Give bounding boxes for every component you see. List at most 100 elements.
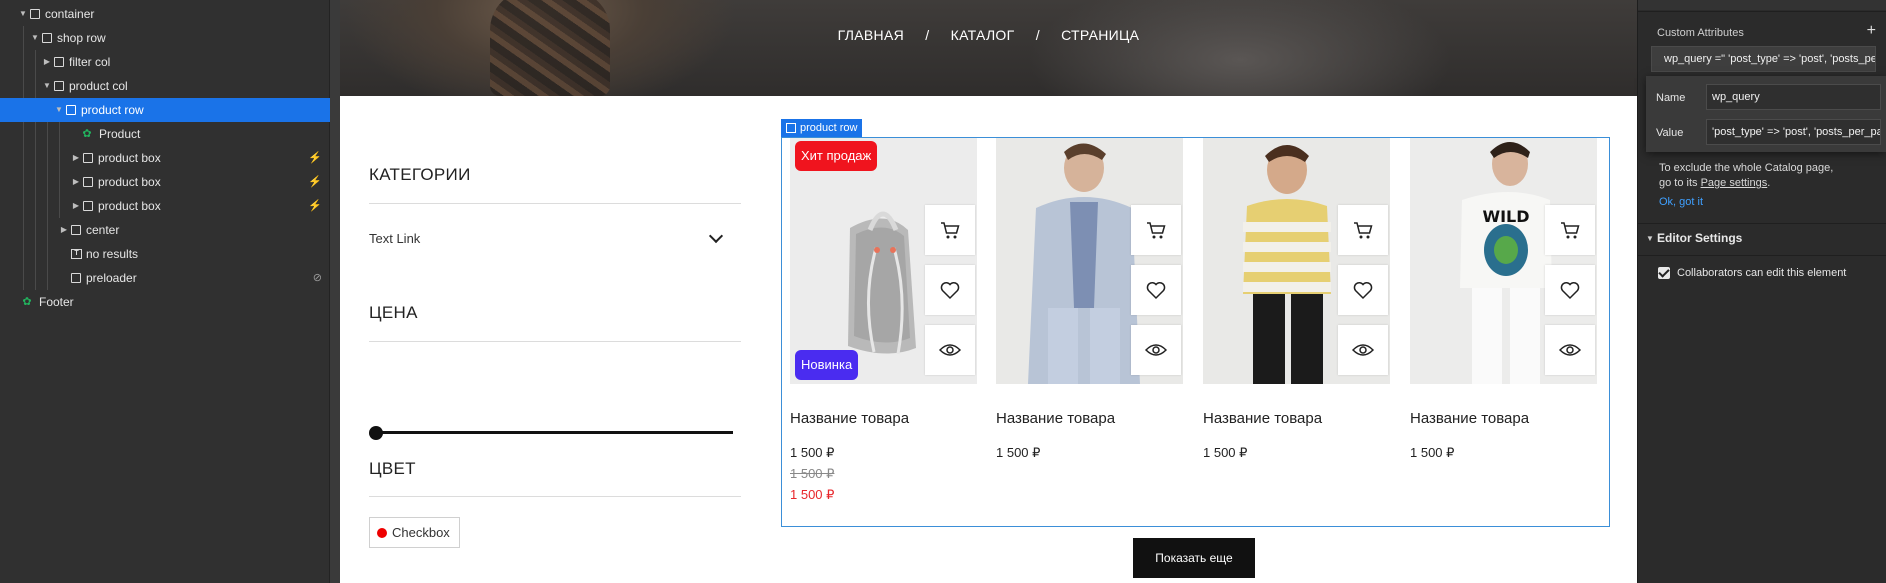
add-to-cart-button[interactable] — [925, 205, 975, 255]
heart-icon — [940, 282, 960, 300]
nav-item-preloader[interactable]: preloader ⊘ — [0, 266, 330, 290]
tree-guide — [23, 218, 24, 242]
breadcrumb-catalog[interactable]: КАТАЛОГ — [951, 27, 1015, 43]
element-box-icon — [54, 57, 64, 67]
nav-item-no-results[interactable]: T no results — [0, 242, 330, 266]
caret-down-icon[interactable]: ▼ — [54, 98, 64, 122]
tree-guide — [23, 194, 24, 218]
checkbox-label: Checkbox — [392, 525, 450, 540]
nav-item-label: Footer — [39, 295, 74, 309]
product-image[interactable]: Хит продаж Новинка — [790, 138, 977, 384]
chevron-down-icon[interactable] — [708, 228, 724, 244]
nav-item-product-box-2[interactable]: ▶ product box ⚡ — [0, 170, 330, 194]
caret-right-icon[interactable]: ▶ — [71, 170, 81, 194]
element-box-icon — [71, 225, 81, 235]
nav-item-footer[interactable]: ✿ Footer — [0, 290, 330, 314]
product-image[interactable] — [996, 138, 1183, 384]
divider — [1638, 255, 1886, 256]
caret-right-icon[interactable]: ▶ — [71, 194, 81, 218]
new-badge: Новинка — [795, 350, 859, 380]
catalog-note-line: To exclude the whole Catalog page, — [1659, 162, 1834, 174]
nav-item-product-row[interactable]: ▼ product row — [0, 98, 330, 122]
nav-item-product-symbol[interactable]: ✿ Product — [0, 122, 330, 146]
caret-down-icon[interactable]: ▼ — [42, 74, 52, 98]
tree-guide — [35, 194, 36, 218]
nav-item-product-box-1[interactable]: ▶ product box ⚡ — [0, 146, 330, 170]
product-name[interactable]: Название товара — [790, 410, 909, 427]
value-label: Value — [1656, 127, 1684, 139]
product-name[interactable]: Название товара — [1203, 410, 1322, 427]
add-attribute-plus-icon[interactable]: + — [1867, 22, 1876, 40]
quick-view-button[interactable] — [1545, 325, 1595, 375]
ok-got-it-link[interactable]: Ok, got it — [1659, 196, 1703, 208]
product-name[interactable]: Название товара — [1410, 410, 1529, 427]
product-image[interactable]: WILD — [1410, 138, 1597, 384]
show-more-button[interactable]: Показать еще — [1133, 538, 1255, 578]
attribute-value-field[interactable]: 'post_type' => 'post', 'posts_per_page' … — [1706, 119, 1881, 145]
tree-guide — [59, 170, 60, 194]
caret-right-icon[interactable]: ▶ — [59, 218, 69, 242]
nav-item-product-col[interactable]: ▼ product col — [0, 74, 330, 98]
text-block-icon: T — [71, 249, 82, 259]
caret-down-icon[interactable]: ▼ — [18, 2, 28, 26]
symbol-icon: ✿ — [22, 296, 32, 308]
element-box-icon — [83, 201, 93, 211]
hidden-eye-icon[interactable]: ⊘ — [313, 266, 322, 290]
product-row-element-tag[interactable]: product row — [781, 119, 863, 137]
price-slider-handle[interactable] — [369, 426, 383, 440]
custom-attributes-label: Custom Attributes — [1657, 27, 1744, 39]
add-to-cart-button[interactable] — [1545, 205, 1595, 255]
custom-attribute-item[interactable]: wp_query =" 'post_type' => 'post', 'post… — [1651, 46, 1876, 72]
collaborators-checkbox[interactable] — [1658, 267, 1670, 279]
tree-guide — [35, 122, 36, 146]
product-image[interactable] — [1203, 138, 1390, 384]
editor-settings-heading[interactable]: Editor Settings — [1657, 231, 1742, 245]
tree-guide — [35, 170, 36, 194]
caret-down-icon[interactable]: ▼ — [1646, 234, 1654, 243]
quick-view-button[interactable] — [1338, 325, 1388, 375]
note-text: . — [1767, 177, 1771, 189]
breadcrumb-home[interactable]: ГЛАВНАЯ — [838, 27, 904, 43]
heart-icon — [1560, 282, 1580, 300]
tree-guide — [35, 218, 36, 242]
nav-item-container[interactable]: ▼ container — [0, 2, 330, 26]
tree-guide — [35, 242, 36, 266]
divider — [1638, 223, 1886, 224]
svg-text:WILD: WILD — [1482, 207, 1529, 226]
tree-guide — [47, 266, 48, 290]
tree-guide — [23, 26, 24, 50]
tree-guide — [59, 122, 60, 146]
product-price: 1 500 ₽ — [1203, 445, 1248, 460]
product-name[interactable]: Название товара — [996, 410, 1115, 427]
add-to-cart-button[interactable] — [1338, 205, 1388, 255]
tree-guide — [35, 266, 36, 290]
element-box-icon — [83, 177, 93, 187]
product-sale-price: 1 500 ₽ — [790, 487, 835, 502]
page-settings-link[interactable]: Page settings — [1701, 177, 1768, 189]
attribute-name-field[interactable]: wp_query — [1706, 84, 1881, 110]
nav-item-filter-col[interactable]: ▶ filter col — [0, 50, 330, 74]
add-to-wishlist-button[interactable] — [1131, 265, 1181, 315]
categories-dropdown-link[interactable]: Text Link — [369, 231, 420, 246]
add-to-wishlist-button[interactable] — [1338, 265, 1388, 315]
color-checkbox[interactable]: Checkbox — [369, 517, 460, 548]
quick-view-button[interactable] — [925, 325, 975, 375]
caret-right-icon[interactable]: ▶ — [71, 146, 81, 170]
tree-guide — [23, 74, 24, 98]
caret-right-icon[interactable]: ▶ — [42, 50, 52, 74]
quick-view-button[interactable] — [1131, 325, 1181, 375]
nav-item-center[interactable]: ▶ center — [0, 218, 330, 242]
nav-item-product-box-3[interactable]: ▶ product box ⚡ — [0, 194, 330, 218]
element-box-icon — [54, 81, 64, 91]
add-to-wishlist-button[interactable] — [925, 265, 975, 315]
tree-guide — [23, 170, 24, 194]
add-to-cart-button[interactable] — [1131, 205, 1181, 255]
caret-down-icon[interactable]: ▼ — [30, 26, 40, 50]
nav-item-shop-row[interactable]: ▼ shop row — [0, 26, 330, 50]
element-box-icon — [30, 9, 40, 19]
nav-item-label: filter col — [69, 55, 111, 69]
price-slider-track[interactable] — [375, 431, 733, 434]
product-price: 1 500 ₽ — [790, 445, 835, 460]
tree-guide — [59, 146, 60, 170]
add-to-wishlist-button[interactable] — [1545, 265, 1595, 315]
